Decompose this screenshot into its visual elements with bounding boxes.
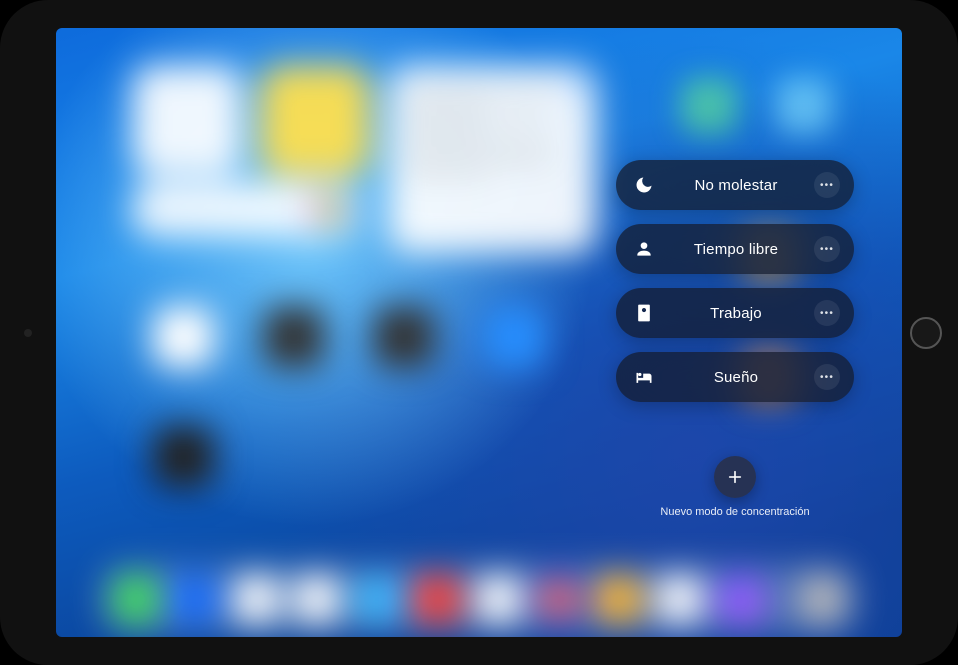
add-focus-button[interactable] bbox=[714, 456, 756, 498]
widget-calendar bbox=[133, 182, 360, 236]
more-options-icon[interactable] bbox=[814, 172, 840, 198]
ipad-device-frame: No molestar Tiempo libre Trabajo bbox=[0, 0, 958, 665]
more-options-icon[interactable] bbox=[814, 300, 840, 326]
app-grid bbox=[153, 307, 654, 367]
screen: No molestar Tiempo libre Trabajo bbox=[56, 28, 902, 637]
focus-item-label: Tiempo libre bbox=[658, 241, 814, 258]
dock bbox=[99, 564, 858, 635]
focus-item-personal[interactable]: Tiempo libre bbox=[616, 224, 854, 274]
focus-item-work[interactable]: Trabajo bbox=[616, 288, 854, 338]
widget-notes bbox=[261, 66, 370, 175]
home-button[interactable] bbox=[910, 317, 942, 349]
focus-item-do-not-disturb[interactable]: No molestar bbox=[616, 160, 854, 210]
focus-item-label: Sueño bbox=[658, 369, 814, 386]
blurred-app bbox=[776, 78, 832, 134]
moon-icon bbox=[630, 171, 658, 199]
focus-item-label: No molestar bbox=[658, 177, 814, 194]
focus-modes-panel: No molestar Tiempo libre Trabajo bbox=[616, 160, 854, 518]
add-focus-label: Nuevo modo de concentración bbox=[616, 506, 854, 518]
widget-clock bbox=[133, 66, 242, 175]
front-camera bbox=[24, 329, 32, 337]
blurred-app bbox=[681, 78, 737, 134]
app-icon bbox=[153, 427, 213, 487]
bed-icon bbox=[630, 363, 658, 391]
more-options-icon[interactable] bbox=[814, 364, 840, 390]
badge-icon bbox=[630, 299, 658, 327]
widget-reminders bbox=[389, 66, 597, 253]
new-focus-section: Nuevo modo de concentración bbox=[616, 456, 854, 518]
person-icon bbox=[630, 235, 658, 263]
more-options-icon[interactable] bbox=[814, 236, 840, 262]
focus-item-label: Trabajo bbox=[658, 305, 814, 322]
focus-item-sleep[interactable]: Sueño bbox=[616, 352, 854, 402]
